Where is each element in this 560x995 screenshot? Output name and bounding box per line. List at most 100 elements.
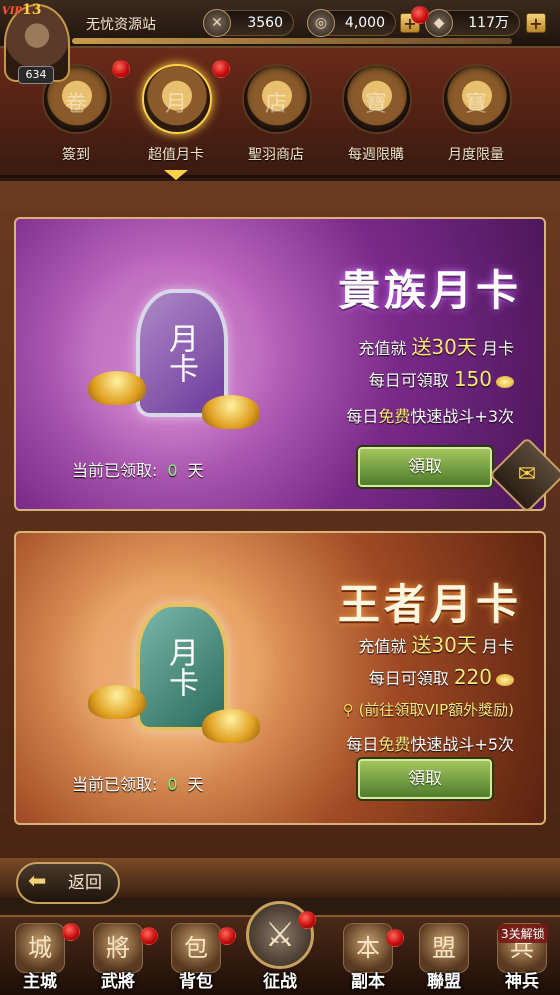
battle-prefix: 每日: [346, 735, 379, 754]
top-status-bar: 无忧资源站 ✕ 3560 ◎ 4,000 + ◆ 117万 +: [0, 0, 560, 48]
tab-holy-shop[interactable]: 店 聖羽商店: [230, 58, 322, 170]
gold-ingot-icon: [88, 371, 146, 405]
recharge-suffix: 月卡: [481, 339, 514, 358]
recharge-highlight: 送30天: [411, 633, 477, 657]
king-month-card: 月卡 王者月卡 充值就 送30天 月卡 每日可領取 220 ⚲ (前往領取VIP…: [14, 531, 546, 825]
tab-glyph: 寶: [364, 92, 387, 117]
claimed-label: 当前已领取:: [72, 775, 158, 794]
daily-amount: 150: [453, 367, 492, 391]
quick-battle-line: 每日免费快速战斗+5次: [346, 731, 514, 755]
gold-ingot-icon: [202, 709, 260, 743]
player-name: 无忧资源站: [86, 17, 156, 33]
notification-dot: [140, 927, 158, 945]
nav-label: 背包: [179, 972, 213, 992]
recharge-prefix: 充值就: [358, 339, 407, 358]
claimed-days: 当前已领取: 0 天: [72, 457, 204, 481]
nav-label: 武將: [101, 972, 135, 992]
bottom-nav: 城 主城 將 武將 包 背包 ⚔ 征战 本 副本 盟 聯盟 兵 神兵: [0, 901, 560, 995]
month-card-panel: 月卡 貴族月卡 充值就 送30天 月卡 每日可領取 150 每日免费快速战斗+3…: [0, 181, 560, 871]
tab-label: 簽到: [62, 147, 90, 163]
daily-reward-line: 每日可領取 220: [369, 665, 514, 689]
gold-ingot-icon: ◆: [425, 9, 453, 37]
nav-label: 神兵: [505, 972, 539, 992]
nav-label: 征战: [263, 972, 297, 992]
nav-label: 主城: [23, 972, 57, 992]
claim-noble-button[interactable]: 領取: [356, 445, 494, 489]
nav-label: 副本: [351, 972, 385, 992]
daily-prefix: 每日可領取: [368, 371, 449, 390]
notification-dot: [112, 60, 130, 78]
coin-icon: ◎: [307, 9, 335, 37]
tab-glyph: 寶: [464, 92, 487, 117]
notification-dot: [411, 6, 429, 24]
tab-monthly-limited[interactable]: 寶 月度限量: [430, 58, 522, 170]
recharge-line: 充值就 送30天 月卡: [358, 331, 514, 360]
daily-amount: 220: [453, 665, 492, 689]
copper-value: 4,000: [344, 15, 385, 31]
gold-ingot-icon: [88, 685, 146, 719]
gold-value: 117万: [468, 15, 509, 31]
battle-free: 免费: [378, 735, 411, 754]
back-label: 返回: [68, 873, 102, 893]
add-gold-button[interactable]: +: [526, 13, 546, 33]
back-button[interactable]: ⬅ 返回: [16, 862, 120, 904]
alliance-icon: 盟: [419, 923, 469, 973]
power-counter: ✕ 3560: [203, 9, 294, 37]
tab-weekly-limited[interactable]: 寶 每週限購: [330, 58, 422, 170]
vip-label: VIP: [2, 6, 22, 17]
card-title: 王者月卡: [337, 580, 522, 629]
gold-ingot-icon: [496, 375, 514, 388]
claimed-unit: 天: [187, 461, 204, 480]
recharge-suffix: 月卡: [481, 637, 514, 656]
player-level: 634: [18, 66, 54, 84]
notification-dot: [298, 911, 316, 929]
gold-ingot-icon: [202, 395, 260, 429]
claimed-unit: 天: [187, 775, 204, 794]
unlock-hint: 3关解锁: [498, 924, 548, 943]
dungeon-icon: 本: [343, 923, 393, 973]
general-icon: 將: [93, 923, 143, 973]
claimed-count: 0: [167, 775, 178, 794]
daily-reward-line: 每日可領取 150: [369, 367, 514, 391]
battle-suffix: 快速战斗+3次: [410, 407, 514, 426]
claimed-count: 0: [167, 461, 178, 480]
activity-tabs: 卷 簽到 月 超值月卡 店 聖羽商店 寶 每週限購 寶 月度限量: [0, 48, 560, 180]
chat-bubble-icon: ✉: [517, 462, 537, 487]
battle-free: 免费: [378, 407, 411, 426]
gold-ingot-icon: [496, 673, 514, 686]
tab-month-card[interactable]: 月 超值月卡: [130, 58, 222, 180]
claim-king-button[interactable]: 領取: [356, 757, 494, 801]
battle-prefix: 每日: [346, 407, 379, 426]
quick-battle-line: 每日免费快速战斗+3次: [346, 403, 514, 427]
crossed-swords-icon: ✕: [203, 9, 231, 37]
vip-badge: VIP13: [2, 2, 41, 18]
notification-dot: [386, 929, 404, 947]
recharge-line: 充值就 送30天 月卡: [358, 629, 514, 658]
tab-label: 超值月卡: [148, 147, 204, 163]
tab-glyph: 月: [164, 92, 187, 117]
bag-icon: 包: [171, 923, 221, 973]
vip-reward-link[interactable]: ⚲ (前往領取VIP額外獎励): [343, 699, 514, 720]
tab-glyph: 店: [264, 92, 287, 117]
nav-label: 聯盟: [427, 972, 461, 992]
recharge-highlight: 送30天: [411, 335, 477, 359]
tab-label: 聖羽商店: [248, 147, 304, 163]
power-value: 3560: [247, 15, 283, 31]
magnifier-icon: ⚲: [342, 701, 354, 719]
power-strip: [72, 38, 512, 44]
notification-dot: [62, 923, 80, 941]
daily-prefix: 每日可領取: [368, 669, 449, 688]
tab-label: 每週限購: [348, 147, 404, 163]
nav-alliance[interactable]: 盟 聯盟: [406, 917, 482, 995]
tab-label: 月度限量: [448, 147, 504, 163]
city-icon: 城: [15, 923, 65, 973]
recharge-prefix: 充值就: [358, 637, 407, 656]
vip-link-text: (前往領取VIP額外獎励): [358, 701, 514, 719]
notification-dot: [212, 60, 230, 78]
back-arrow-icon: ⬅: [28, 869, 47, 894]
claimed-label: 当前已领取:: [72, 461, 158, 480]
gold-counter: ◆ 117万: [425, 9, 520, 37]
claimed-days: 当前已领取: 0 天: [72, 771, 204, 795]
noble-month-card: 月卡 貴族月卡 充值就 送30天 月卡 每日可領取 150 每日免费快速战斗+3…: [14, 217, 546, 511]
card-title: 貴族月卡: [337, 266, 522, 315]
